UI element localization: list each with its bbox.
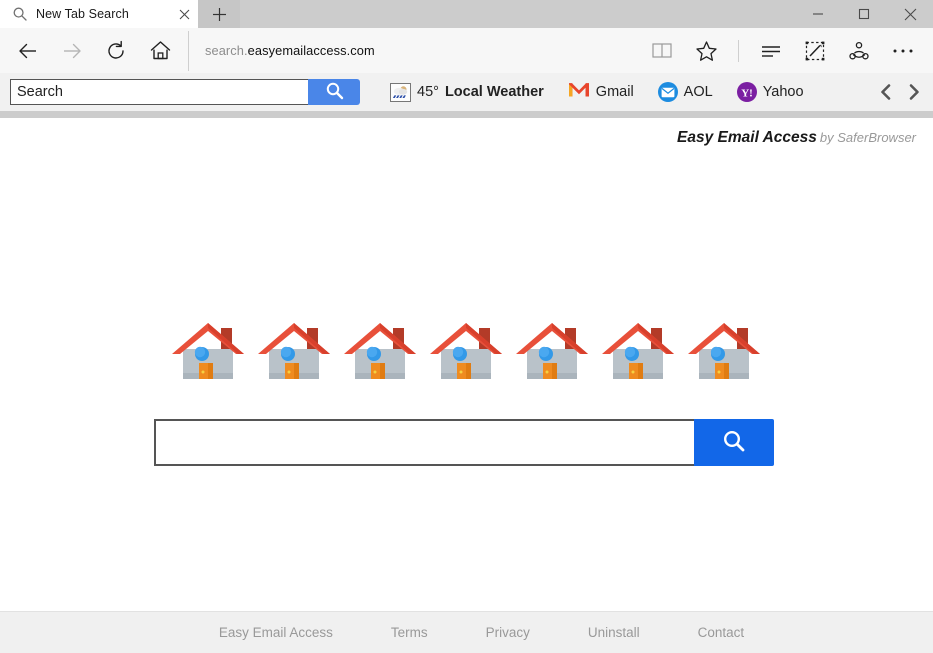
footer-link-uninstall[interactable]: Uninstall (588, 625, 640, 640)
toolbar-link-yahoo[interactable]: Y! Yahoo (725, 79, 816, 105)
toolbar-link-aol[interactable]: AOL (646, 79, 725, 105)
star-icon[interactable] (684, 31, 728, 71)
gmail-icon (568, 81, 590, 103)
back-arrow-icon[interactable] (6, 31, 50, 71)
more-icon[interactable] (881, 31, 925, 71)
brand-by: by SaferBrowser (819, 130, 916, 145)
toolbar-link-label: Yahoo (762, 84, 804, 100)
close-button[interactable] (887, 0, 933, 28)
logo-houses (164, 311, 766, 389)
home-icon[interactable] (138, 31, 182, 71)
yahoo-icon: Y! (736, 82, 757, 102)
extension-toolbar: 45° Local Weather Gmail AOL (0, 73, 933, 111)
toolbar-search-button[interactable] (308, 79, 360, 105)
house-icon (594, 311, 682, 389)
footer-link-terms[interactable]: Terms (391, 625, 428, 640)
footer-link-privacy[interactable]: Privacy (486, 625, 530, 640)
toolbar-search (10, 79, 360, 105)
minimize-button[interactable] (795, 0, 841, 28)
address-scheme: search. (205, 43, 248, 58)
toolbar-link-gmail[interactable]: Gmail (556, 79, 646, 105)
forward-arrow-icon[interactable] (50, 31, 94, 71)
search-icon (12, 6, 28, 22)
house-icon (680, 311, 768, 389)
address-domain: easyemailaccess.com (247, 43, 375, 58)
toolbar-link-local-weather[interactable]: 45° Local Weather (378, 79, 556, 105)
refresh-icon[interactable] (94, 31, 138, 71)
maximize-button[interactable] (841, 0, 887, 28)
toolbar-divider (738, 39, 739, 62)
main-search (154, 419, 774, 466)
brand-header: Easy Email Access by SaferBrowser (0, 118, 933, 147)
close-icon[interactable] (170, 0, 198, 28)
web-note-icon[interactable] (793, 31, 837, 71)
page-footer: Easy Email Access Terms Privacy Uninstal… (0, 611, 933, 653)
brand-name: Easy Email Access (677, 129, 817, 146)
address-text: search.easyemailaccess.com (205, 43, 375, 58)
footer-link-contact[interactable]: Contact (698, 625, 745, 640)
nav-right-icons (640, 31, 925, 71)
chevron-left-icon[interactable] (873, 78, 899, 106)
toolbar-link-label: Gmail (595, 84, 634, 100)
toolbar-link-label: Local Weather (444, 84, 544, 100)
new-tab-button[interactable] (198, 0, 240, 28)
aol-icon (657, 82, 678, 102)
footer-link-easy-email-access[interactable]: Easy Email Access (219, 625, 333, 640)
svg-text:Y!: Y! (741, 88, 753, 100)
window-controls (795, 0, 933, 28)
toolbar-separator (0, 111, 933, 118)
main-search-input[interactable] (154, 419, 694, 466)
weather-icon (390, 82, 411, 102)
main-search-button[interactable] (694, 419, 774, 466)
hub-icon[interactable] (749, 31, 793, 71)
toolbar-pager (873, 78, 927, 106)
house-icon (164, 311, 252, 389)
browser-nav-bar: search.easyemailaccess.com (0, 28, 933, 73)
toolbar-links: 45° Local Weather Gmail AOL Y! Yahoo (378, 79, 816, 105)
toolbar-link-label: AOL (683, 84, 713, 100)
chevron-right-icon[interactable] (901, 78, 927, 106)
book-icon[interactable] (640, 31, 684, 71)
house-icon (508, 311, 596, 389)
address-bar[interactable]: search.easyemailaccess.com (188, 30, 640, 71)
title-bar: New Tab Search (0, 0, 933, 28)
tab-title: New Tab Search (36, 7, 129, 21)
search-icon (325, 81, 344, 103)
page-content: Easy Email Access by SaferBrowser Easy E… (0, 118, 933, 653)
house-icon (250, 311, 338, 389)
browser-tab[interactable]: New Tab Search (0, 0, 198, 28)
hero-area (0, 147, 933, 611)
house-icon (336, 311, 424, 389)
share-icon[interactable] (837, 31, 881, 71)
house-icon (422, 311, 510, 389)
toolbar-search-input[interactable] (10, 79, 308, 105)
search-icon (721, 428, 747, 457)
weather-temperature: 45° (417, 84, 439, 100)
